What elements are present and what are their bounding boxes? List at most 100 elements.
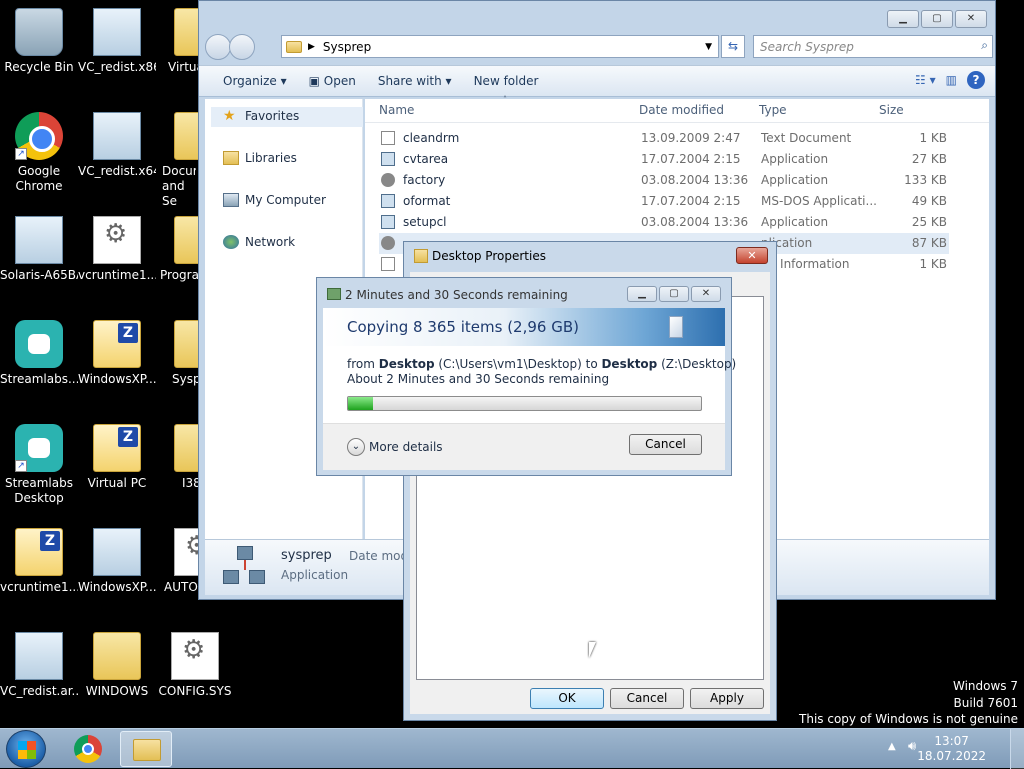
nav-item-network[interactable]: Network <box>223 235 295 249</box>
copy-footer: ⌄ More details Cancel <box>323 423 725 470</box>
close-button[interactable]: ✕ <box>736 247 768 264</box>
desktop-icon-google-chrome[interactable]: ↗ Google Chrome <box>0 112 78 194</box>
desktop-icon-label: vcruntime1... <box>0 580 78 594</box>
column-size[interactable]: Size <box>879 103 904 117</box>
preview-pane-icon[interactable]: ▥ <box>946 73 957 87</box>
desktop-icon-windows[interactable]: WINDOWS <box>78 632 156 699</box>
desktop-icon-vcruntime[interactable]: vcruntime1... <box>78 216 156 283</box>
desktop-icon-recycle-bin[interactable]: Recycle Bin <box>0 8 78 75</box>
desktop-icon-vcruntime-zip[interactable]: vcruntime1... <box>0 528 78 595</box>
forward-button[interactable] <box>229 34 255 60</box>
desktop-icon-streamlabs[interactable]: Streamlabs... <box>0 320 78 387</box>
share-with-menu[interactable]: Share with ▾ <box>378 74 452 88</box>
refresh-button[interactable]: ⇆ <box>721 35 745 58</box>
folder-icon <box>414 249 428 263</box>
desktop-icon-sysprep[interactable]: Sysp <box>156 320 222 387</box>
file-size: 133 KB <box>904 173 947 187</box>
desktop-icon-windowsxp-zip[interactable]: WindowsXP... <box>78 320 156 387</box>
maximize-button[interactable]: ▢ <box>659 286 689 302</box>
volume-icon[interactable]: 🔊︎ <box>908 739 916 754</box>
close-button[interactable]: ✕ <box>955 10 987 28</box>
nav-item-libraries[interactable]: Libraries <box>223 151 297 165</box>
source-name: Desktop <box>378 357 435 371</box>
zip-folder-icon <box>93 424 141 472</box>
detail-type: Application <box>281 568 349 582</box>
libraries-icon <box>223 151 239 165</box>
desktop-icon-autoexec[interactable]: AUTO <box>156 528 222 595</box>
sysprep-icon <box>223 546 267 590</box>
start-button[interactable] <box>6 730 46 768</box>
new-folder-button[interactable]: New folder <box>474 74 539 88</box>
progress-bar <box>347 396 702 411</box>
desktop-icon-i386[interactable]: I38 <box>156 424 222 491</box>
address-bar[interactable]: ▶ Sysprep ▼ <box>281 35 719 58</box>
file-row[interactable]: oformat 17.07.2004 2:15 MS-DOS Applicati… <box>379 191 949 212</box>
desktop-icon-label: Solaris-A65BA <box>0 268 78 282</box>
column-type[interactable]: Type <box>759 103 787 117</box>
chevron-down-icon[interactable]: ▼ <box>705 42 712 52</box>
virtual-machine-icon <box>93 528 141 576</box>
nav-item-my-computer[interactable]: My Computer <box>223 193 326 207</box>
system-file-icon <box>93 216 141 264</box>
minimize-button[interactable]: ▁ <box>627 286 657 302</box>
taskbar: ▲ 🔊︎ 13:07 18.07.2022 <box>0 728 1024 769</box>
file-type: Application <box>761 215 829 229</box>
desktop-icon-virtual-pc[interactable]: Virtual PC <box>78 424 156 491</box>
desktop-icon-documents[interactable]: Docur and Se <box>156 112 222 209</box>
desktop-icon-vc-redist-arm[interactable]: VC_redist.ar... <box>0 632 78 699</box>
column-name[interactable]: Name <box>379 103 414 117</box>
close-button[interactable]: ✕ <box>691 286 721 302</box>
open-button[interactable]: ▣ Open <box>309 74 356 88</box>
watermark-line1: Windows 7 <box>952 679 1018 693</box>
taskbar-explorer[interactable] <box>120 731 172 767</box>
help-icon[interactable]: ? <box>967 71 985 89</box>
maximize-button[interactable]: ▢ <box>921 10 953 28</box>
view-options-icon[interactable]: ☷ ▾ <box>915 73 936 87</box>
desktop-icon-config-sys[interactable]: CONFIG.SYS <box>156 632 234 699</box>
desktop-icon-windowsxp-vm[interactable]: WindowsXP... <box>78 528 156 595</box>
back-button[interactable] <box>205 34 231 60</box>
file-name: oformat <box>403 194 451 208</box>
nav-item-favorites[interactable]: ★ Favorites <box>223 109 299 123</box>
system-clock[interactable]: 13:07 18.07.2022 <box>917 734 986 764</box>
taskbar-chrome[interactable] <box>64 731 116 767</box>
navigation-bar: ▶ Sysprep ▼ ⇆ Search Sysprep ⌕ <box>205 34 993 60</box>
desktop-icon-label: AUTO <box>164 580 198 594</box>
search-input[interactable]: Search Sysprep ⌕ <box>753 35 993 58</box>
desktop-icon-solaris[interactable]: Solaris-A65BA <box>0 216 78 283</box>
file-date: 03.08.2004 13:36 <box>641 173 749 187</box>
desktop-icon-label: WINDOWS <box>85 684 149 698</box>
dialog-title: 2 Minutes and 30 Seconds remaining <box>345 288 568 302</box>
minimize-button[interactable]: ▁ <box>887 10 919 28</box>
organize-menu[interactable]: Organize ▾ <box>223 74 287 88</box>
more-details-toggle[interactable]: ⌄ More details <box>347 438 443 456</box>
chevron-down-icon: ⌄ <box>347 438 365 456</box>
show-hidden-icons-icon[interactable]: ▲ <box>888 741 896 752</box>
file-type: Application <box>761 152 829 166</box>
file-name: cleandrm <box>403 131 460 145</box>
share-label: Share with <box>377 74 442 88</box>
cancel-button[interactable]: Cancel <box>629 434 702 455</box>
column-date[interactable]: Date modified <box>639 103 724 117</box>
file-row[interactable]: setupcl 03.08.2004 13:36 Application 25 … <box>379 212 949 233</box>
dialog-title: Desktop Properties <box>432 249 546 263</box>
zip-folder-icon <box>15 528 63 576</box>
recycle-bin-icon <box>15 8 63 56</box>
desktop-icon-virtual[interactable]: Virtua <box>156 8 222 75</box>
file-row[interactable]: factory 03.08.2004 13:36 Application 133… <box>379 170 949 191</box>
open-label: Open <box>323 74 356 88</box>
show-desktop-button[interactable] <box>1010 729 1024 769</box>
apply-button[interactable]: Apply <box>690 688 764 709</box>
ok-button[interactable]: OK <box>530 688 604 709</box>
watermark-line2: Build 7601 <box>953 696 1018 710</box>
file-row[interactable]: cleandrm 13.09.2009 2:47 Text Document 1… <box>379 128 949 149</box>
desktop-icon-vc-redist-x64[interactable]: VC_redist.x64 <box>78 112 156 179</box>
search-icon[interactable]: ⌕ <box>981 38 988 53</box>
desktop-icon-vc-redist-x86[interactable]: VC_redist.x86 <box>78 8 156 75</box>
cancel-button[interactable]: Cancel <box>610 688 684 709</box>
desktop-icon-program[interactable]: Progra <box>156 216 222 283</box>
clock-date: 18.07.2022 <box>917 749 986 763</box>
desktop-icon-streamlabs-desktop[interactable]: ↗ Streamlabs Desktop <box>0 424 78 506</box>
file-row[interactable]: cvtarea 17.07.2004 2:15 Application 27 K… <box>379 149 949 170</box>
file-date: 13.09.2009 2:47 <box>641 131 741 145</box>
